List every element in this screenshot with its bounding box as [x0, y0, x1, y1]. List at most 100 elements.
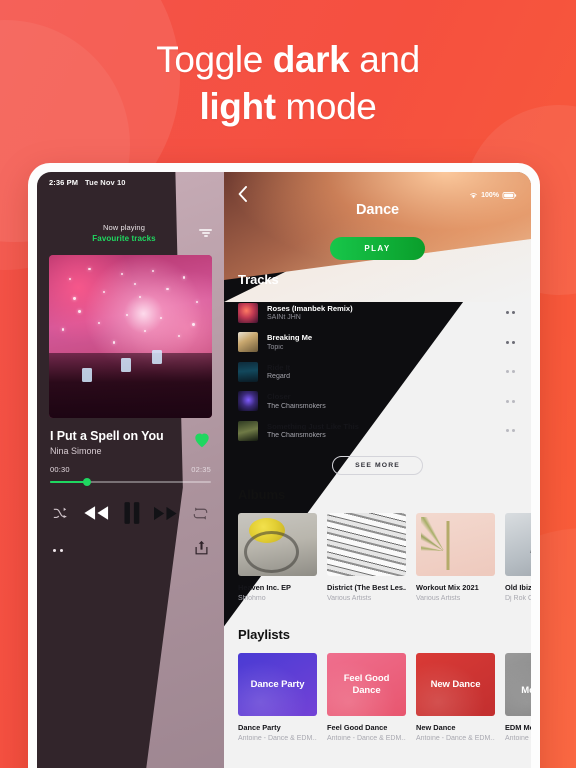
- track-thumbnail: [238, 332, 258, 352]
- track-info: Closer The Chainsmokers: [258, 392, 506, 410]
- album-cover: [416, 513, 495, 576]
- fast-forward-icon[interactable]: [154, 506, 178, 521]
- now-playing-playlist[interactable]: Favourite tracks: [49, 234, 199, 243]
- playlist-subtitle: Antoine - Dance & EDM...: [238, 734, 317, 742]
- track-artist: Topic: [267, 343, 284, 351]
- track-artist: The Chainsmokers: [267, 402, 326, 410]
- album-artist: Dj Rok Olwens: [505, 594, 531, 602]
- playlists-row: Dance Party Dance Party Antoine - Dance …: [238, 653, 531, 742]
- play-button-container: PLAY: [224, 237, 531, 260]
- playlist-title: EDM Motivation: [505, 723, 531, 732]
- track-thumbnail: [238, 302, 258, 323]
- track-more-icon[interactable]: [505, 340, 518, 344]
- playlist-title: Feel Good Dance: [327, 723, 388, 732]
- table-row[interactable]: Roses (Imanbek Remix) SAINt JHN: [238, 298, 517, 327]
- status-date: Tue Nov 10: [85, 178, 126, 187]
- track-more-icon[interactable]: [505, 311, 518, 314]
- list-item[interactable]: New Dance New Dance Antoine - Dance & ED…: [416, 653, 495, 742]
- main-topbar: 100%: [224, 172, 531, 202]
- pause-icon[interactable]: [123, 502, 140, 525]
- playlists-section: Playlists Dance Party Dance Party Antoin…: [224, 627, 531, 742]
- album-title: District (The Best Les...: [327, 583, 406, 592]
- playlist-cover: Feel Good Dance: [327, 653, 406, 716]
- more-options-icon[interactable]: [53, 548, 64, 553]
- headline-text: Toggle: [156, 39, 273, 80]
- artwork-phone-light: [120, 358, 131, 373]
- repeat-icon[interactable]: [193, 507, 208, 520]
- album-cover: [505, 513, 531, 576]
- albums-row: Heaven Inc. EP Shlohmo District (The Bes…: [238, 513, 531, 602]
- track-thumbnail: [238, 420, 258, 441]
- now-playing-header: Now playing Favourite tracks: [37, 223, 224, 243]
- status-bar: 2:36 PM Tue Nov 10: [37, 172, 224, 187]
- playlist-subtitle: Antoine - Dance & EDM...: [416, 734, 495, 742]
- list-item[interactable]: Workout Mix 2021 Various Artists: [416, 513, 495, 602]
- track-info: Ride It Regard: [258, 363, 506, 381]
- album-artist: Shlohmo: [238, 594, 266, 602]
- tablet-screen: 2:36 PM Tue Nov 10 Now playing Favourite…: [37, 172, 531, 768]
- list-item[interactable]: Feel Good Dance Feel Good Dance Antoine …: [327, 653, 406, 742]
- playlist-cover: Dance Party: [238, 653, 317, 716]
- track-thumbnail: [238, 361, 258, 382]
- table-row[interactable]: Closer The Chainsmokers: [238, 387, 517, 416]
- track-more-icon[interactable]: [505, 429, 518, 432]
- table-row[interactable]: Breaking Me Topic: [238, 328, 517, 357]
- now-playing-label: Now playing: [103, 223, 145, 232]
- artwork-phone-light: [151, 350, 162, 365]
- headline-emphasis-light: light: [199, 86, 276, 128]
- list-item[interactable]: Dance Party Dance Party Antoine - Dance …: [238, 653, 317, 742]
- playlist-cover: EDM Motivation: [505, 653, 531, 716]
- table-row[interactable]: Something Just Like This The Chainsmoker…: [238, 416, 517, 445]
- progress-section: 00:30 02:35: [37, 456, 224, 487]
- list-item[interactable]: Heaven Inc. EP Shlohmo: [238, 513, 317, 602]
- playlist-subtitle: Antoine - Dance & EDM...: [327, 734, 406, 742]
- album-artwork: [49, 255, 212, 418]
- track-title: Roses (Imanbek Remix): [267, 303, 353, 313]
- track-info: Something Just Like This The Chainsmoker…: [258, 422, 506, 440]
- album-artist: Various Artists: [327, 594, 372, 602]
- play-button[interactable]: PLAY: [330, 237, 425, 260]
- share-icon[interactable]: [195, 540, 208, 560]
- playlist-cover-label: Feel Good Dance: [343, 673, 390, 696]
- track-title: Something Just Like This: [267, 421, 359, 431]
- elapsed-time: 00:30: [50, 465, 70, 474]
- main-content-panel: 100% Dance PLAY Tracks Roses (Imanbek Re…: [224, 172, 531, 768]
- playlist-title: Dance Party: [238, 723, 281, 732]
- progress-times: 00:30 02:35: [50, 465, 211, 474]
- playlist-cover-label: New Dance: [430, 678, 481, 690]
- album-title: Workout Mix 2021: [416, 583, 479, 592]
- see-more-container: SEE MORE: [238, 456, 517, 475]
- album-title: Heaven Inc. EP: [238, 583, 291, 592]
- tracks-section: Tracks Roses (Imanbek Remix) SAINt JHN B…: [224, 272, 531, 475]
- track-more-icon[interactable]: [505, 399, 518, 403]
- main-scroll-area[interactable]: 100% Dance PLAY Tracks Roses (Imanbek Re…: [224, 172, 531, 768]
- filter-icon[interactable]: [199, 229, 212, 237]
- table-row[interactable]: Ride It Regard: [238, 357, 517, 386]
- track-more-icon[interactable]: [505, 370, 518, 373]
- track-title: Closer: [267, 392, 291, 402]
- headline-line-2: light mode: [0, 83, 576, 130]
- rewind-icon[interactable]: [83, 505, 109, 521]
- headline-emphasis-dark: dark: [272, 39, 350, 80]
- list-item[interactable]: District (The Best Les... Various Artist…: [327, 513, 406, 602]
- list-item[interactable]: Old Ibiza Dj Rok Olwens: [505, 513, 531, 602]
- see-more-button[interactable]: SEE MORE: [332, 456, 423, 475]
- track-artist: SAINt JHN: [267, 314, 301, 322]
- track-artist: The Chainsmokers: [267, 432, 326, 440]
- playlist-subtitle: Antoine - Dance & EDM...: [505, 734, 531, 742]
- track-artist: Regard: [267, 373, 290, 381]
- album-title: Old Ibiza: [505, 583, 531, 592]
- current-track-artist: Nina Simone: [50, 446, 102, 456]
- playlist-cover-label: EDM Motivation: [521, 684, 531, 696]
- heart-icon[interactable]: [193, 432, 211, 448]
- album-cover: [238, 513, 317, 576]
- artwork-phone-light: [81, 368, 92, 383]
- shuffle-icon[interactable]: [53, 507, 68, 520]
- status-time: 2:36 PM: [49, 178, 79, 187]
- playlist-title: New Dance: [416, 723, 456, 732]
- track-title: Ride It: [267, 362, 291, 372]
- list-item[interactable]: EDM Motivation EDM Motivation Antoine - …: [505, 653, 531, 742]
- playlist-cover: New Dance: [416, 653, 495, 716]
- track-info: Breaking Me Topic: [258, 333, 506, 351]
- playback-controls: [37, 483, 224, 525]
